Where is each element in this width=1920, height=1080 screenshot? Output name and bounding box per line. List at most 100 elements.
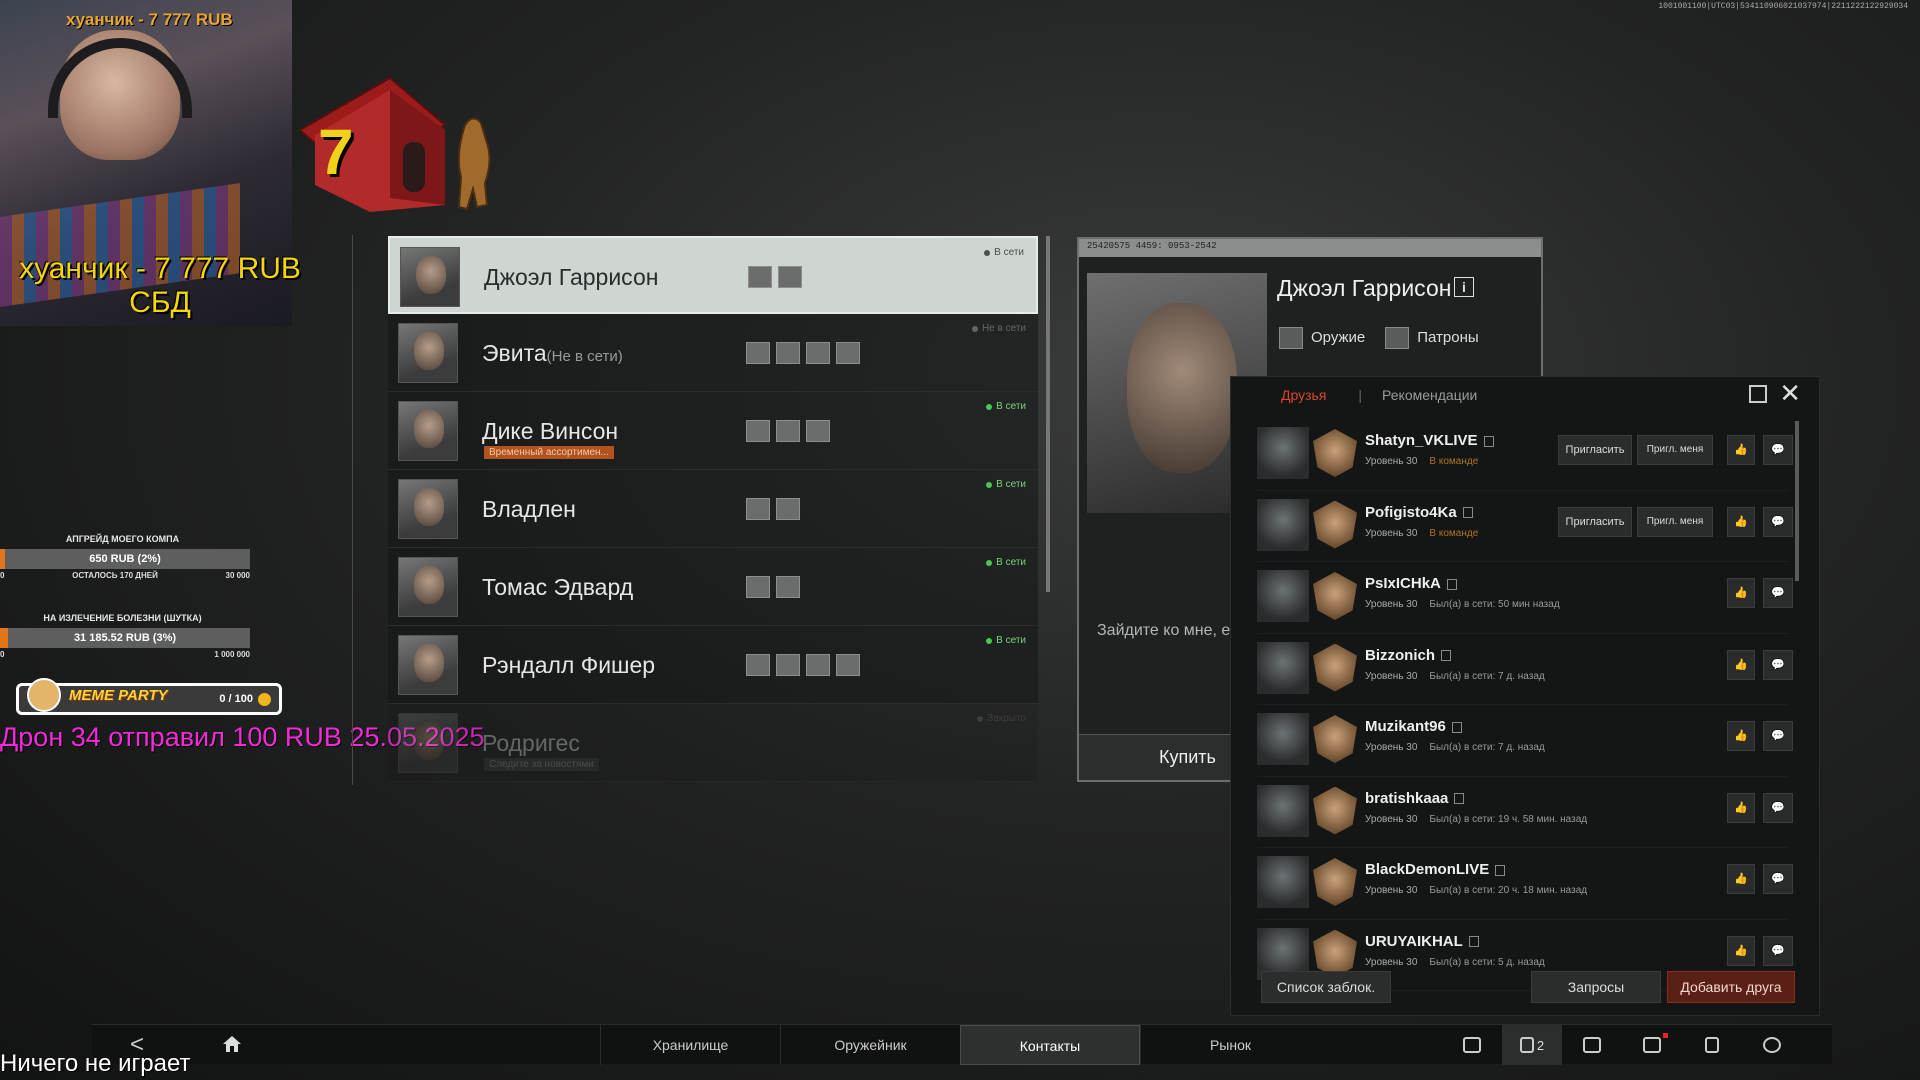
friend-name-text: PsIxICHkA bbox=[1365, 575, 1441, 592]
trader-services bbox=[746, 420, 830, 442]
friend-avatar bbox=[1257, 641, 1309, 694]
friend-level-text: Уровень 30 bbox=[1365, 813, 1418, 825]
like-button[interactable]: 👍 bbox=[1727, 649, 1755, 680]
friend-row[interactable]: Pofigisto4Ka Уровень 30 В команде Пригласит… bbox=[1257, 491, 1793, 562]
goal-min: 0 bbox=[0, 571, 5, 580]
trader-row[interactable]: Рэндалл Фишер В сети bbox=[388, 626, 1038, 704]
friend-status: Был(а) в сети: 20 ч. 18 мин. назад bbox=[1429, 885, 1588, 896]
nav-tab[interactable]: Оружейник bbox=[780, 1025, 960, 1065]
message-button[interactable]: 💬 bbox=[1763, 578, 1793, 608]
nav-tabs: Хранилище Оружейник Контакты Рынок bbox=[600, 1025, 1320, 1065]
trader-row[interactable]: Томас Эдвард В сети bbox=[388, 548, 1038, 626]
friend-avatar bbox=[1257, 856, 1309, 908]
message-button[interactable]: 💬 bbox=[1763, 721, 1793, 751]
friends-window: Друзья | Рекомендации ✕ Shatyn_VKLIVE Уро… bbox=[1230, 376, 1820, 1016]
like-button[interactable]: 👍 bbox=[1727, 721, 1755, 751]
category-weapons-label: Оружие bbox=[1311, 328, 1366, 346]
message-button[interactable]: 💬 bbox=[1763, 506, 1793, 537]
requests-button[interactable]: Запросы bbox=[1531, 971, 1661, 1003]
trader-list[interactable]: Джоэл Гаррисон В сети Эвита(Не в сети) Не в… bbox=[388, 236, 1038, 782]
message-button[interactable]: 💬 bbox=[1763, 864, 1793, 894]
status-dot-icon bbox=[977, 715, 984, 722]
like-button[interactable]: 👍 bbox=[1727, 935, 1755, 966]
trader-portrait bbox=[398, 323, 458, 383]
invite-button[interactable]: Пригласить bbox=[1558, 435, 1632, 465]
friend-row[interactable]: Muzikant96 Уровень 30 Был(а) в сети: 7 д. … bbox=[1257, 705, 1793, 777]
friend-status: В команде bbox=[1429, 527, 1479, 539]
friend-level-text: Уровень 30 bbox=[1365, 956, 1418, 968]
friend-name-text: bratishkaaa bbox=[1365, 789, 1449, 807]
message-button[interactable]: 💬 bbox=[1763, 792, 1793, 823]
status-dot-icon bbox=[986, 481, 993, 488]
like-button[interactable]: 👍 bbox=[1727, 864, 1755, 894]
trader-row[interactable]: Владлен В сети bbox=[388, 470, 1038, 548]
blocklist-button[interactable]: Список заблок. bbox=[1261, 971, 1391, 1003]
trader-row[interactable]: Эвита(Не в сети) Не в сети bbox=[388, 314, 1038, 392]
copy-icon[interactable] bbox=[1495, 864, 1506, 876]
copy-icon[interactable] bbox=[1451, 721, 1462, 733]
like-button[interactable]: 👍 bbox=[1727, 506, 1755, 537]
nav-tab[interactable]: Рынок bbox=[1140, 1025, 1320, 1065]
like-button[interactable]: 👍 bbox=[1727, 792, 1755, 823]
friend-row[interactable]: bratishkaaa Уровень 30 Был(а) в сети: 19 ч… bbox=[1257, 777, 1793, 848]
friends-nav-button[interactable]: 2 bbox=[1502, 1025, 1562, 1065]
tab-friends[interactable]: Друзья bbox=[1281, 387, 1326, 403]
friend-list-scrollbar[interactable] bbox=[1795, 421, 1799, 581]
invite-button[interactable]: Пригласить bbox=[1558, 506, 1632, 537]
tab-recommendations[interactable]: Рекомендации bbox=[1382, 387, 1477, 403]
friend-name: bratishkaaa bbox=[1365, 789, 1465, 807]
online-label: В сети bbox=[996, 557, 1026, 568]
mail-icon[interactable] bbox=[1622, 1025, 1682, 1065]
find-friends-icon[interactable] bbox=[1442, 1025, 1502, 1065]
donation-alert-line2: СБД bbox=[129, 286, 191, 319]
friend-list[interactable]: Shatyn_VKLIVE Уровень 30 В команде Пригласи… bbox=[1257, 419, 1793, 991]
copy-icon[interactable] bbox=[1462, 507, 1473, 519]
trader-list-scrollbar[interactable] bbox=[1046, 236, 1050, 592]
message-button[interactable]: 💬 bbox=[1763, 649, 1793, 680]
nav-tab[interactable]: Хранилище bbox=[600, 1025, 780, 1065]
trader-row[interactable]: Джоэл Гаррисон В сети bbox=[388, 236, 1038, 314]
trader-services bbox=[746, 576, 800, 598]
friend-row[interactable]: Bizzonich Уровень 30 Был(а) в сети: 7 д. н… bbox=[1257, 634, 1793, 705]
info-icon[interactable]: i bbox=[1454, 277, 1474, 297]
trader-services bbox=[748, 266, 802, 288]
friend-level-text: Уровень 30 bbox=[1365, 599, 1418, 610]
trader-online-status: Не в сети bbox=[971, 323, 1026, 334]
maximize-icon[interactable] bbox=[1749, 385, 1767, 403]
friend-row[interactable]: PsIxICHkA Уровень 30 Был(а) в сети: 50 мин… bbox=[1257, 562, 1793, 634]
home-icon[interactable] bbox=[222, 1035, 242, 1053]
friend-status: Был(а) в сети: 7 д. назад bbox=[1429, 670, 1545, 682]
invite-me-button[interactable]: Пригл. меня bbox=[1637, 435, 1713, 465]
copy-icon[interactable] bbox=[1446, 578, 1457, 590]
category-weapons: Оружие bbox=[1279, 327, 1365, 349]
friend-row[interactable]: BlackDemonLIVE Уровень 30 Был(а) в сети: 2… bbox=[1257, 848, 1793, 920]
tasks-icon[interactable] bbox=[1682, 1025, 1742, 1065]
like-button[interactable]: 👍 bbox=[1727, 435, 1755, 465]
chat-icon[interactable] bbox=[1562, 1025, 1622, 1065]
copy-icon[interactable] bbox=[1454, 793, 1465, 805]
friend-avatar bbox=[1257, 570, 1309, 622]
donation-goal-illness: НА ИЗЛЕЧЕНИЕ БОЛЕЗНИ (ШУТКА) 31 185.52 R… bbox=[0, 613, 250, 659]
settings-glyph bbox=[1763, 1037, 1781, 1053]
close-icon[interactable]: ✕ bbox=[1779, 380, 1801, 406]
friend-status: Был(а) в сети: 5 д. назад bbox=[1429, 956, 1545, 968]
message-button[interactable]: 💬 bbox=[1763, 435, 1793, 465]
trader-online-status: В сети bbox=[984, 247, 1024, 258]
add-friend-button[interactable]: Добавить друга bbox=[1667, 971, 1795, 1003]
copy-icon[interactable] bbox=[1441, 650, 1451, 662]
copy-icon[interactable] bbox=[1483, 435, 1494, 447]
trader-row[interactable]: Родригес Следите за новостями Закрыто bbox=[388, 704, 1038, 782]
trader-row[interactable]: Дике Винсон Временный ассортимен... В сети bbox=[388, 392, 1038, 470]
friend-row[interactable]: Shatyn_VKLIVE Уровень 30 В команде Пригласи… bbox=[1257, 419, 1793, 491]
copy-icon[interactable] bbox=[1468, 936, 1479, 948]
trader-name: Томас Эдвард bbox=[482, 574, 633, 601]
message-button[interactable]: 💬 bbox=[1763, 935, 1793, 966]
nav-tab[interactable]: Контакты bbox=[960, 1025, 1140, 1065]
like-button[interactable]: 👍 bbox=[1727, 578, 1755, 608]
invite-me-button[interactable]: Пригл. меня bbox=[1637, 506, 1713, 537]
rank-badge-icon bbox=[1313, 500, 1357, 549]
rank-badge-icon bbox=[1313, 858, 1357, 906]
settings-icon[interactable] bbox=[1742, 1025, 1802, 1065]
friend-name: Bizzonich bbox=[1365, 647, 1451, 664]
mail-glyph bbox=[1643, 1037, 1661, 1053]
